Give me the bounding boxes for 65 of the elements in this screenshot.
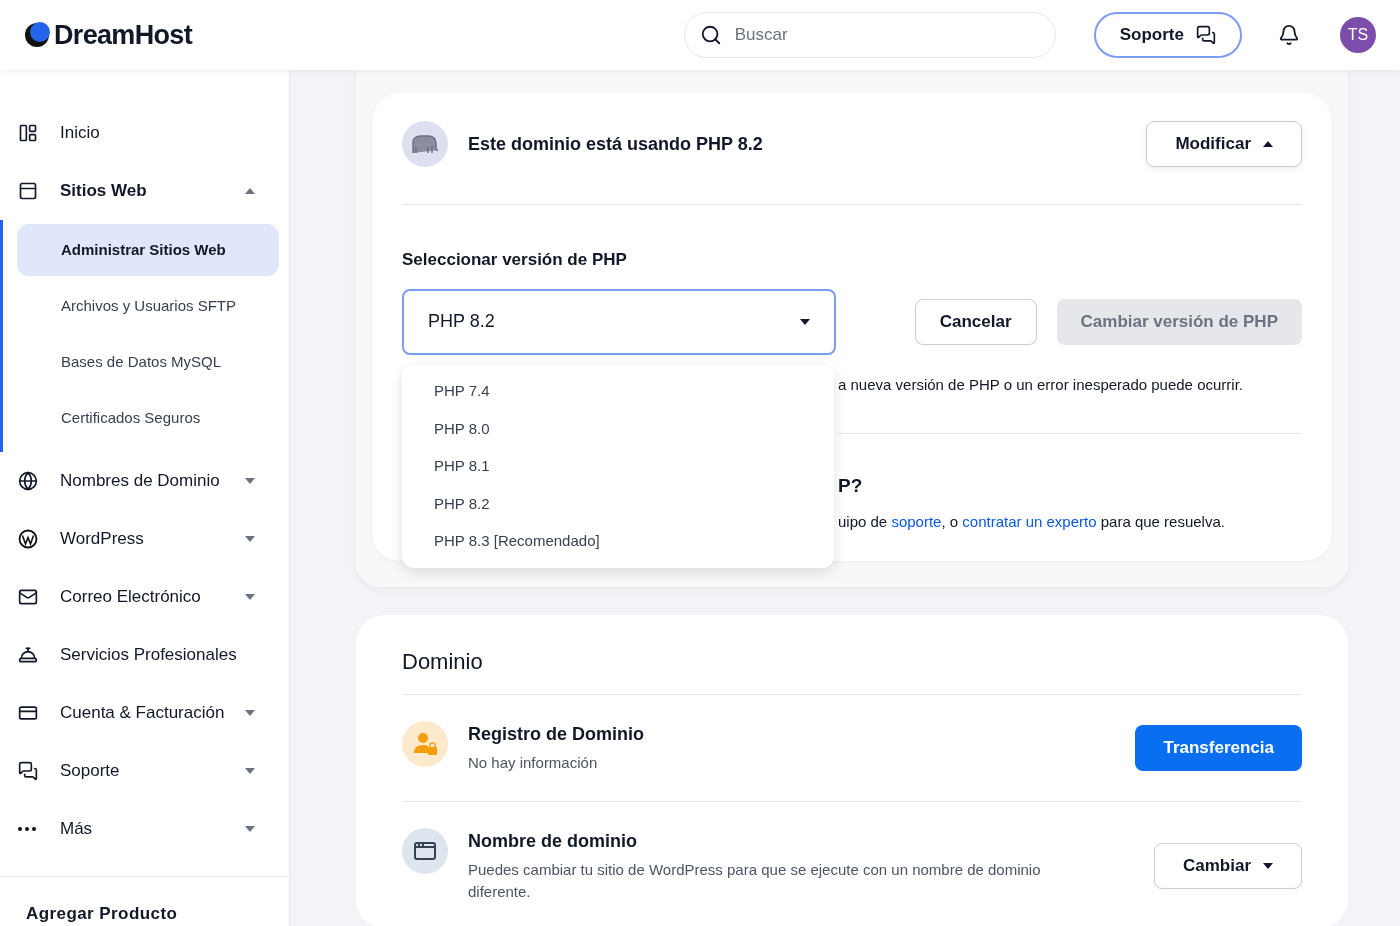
dropdown-option[interactable]: PHP 8.0 (402, 410, 834, 448)
modify-button[interactable]: Modificar (1146, 121, 1302, 167)
cancel-button[interactable]: Cancelar (914, 298, 1037, 345)
change-button[interactable]: Cambiar (1153, 842, 1302, 889)
help-heading: P? (838, 474, 864, 498)
dropdown-option[interactable]: PHP 8.1 (402, 447, 834, 485)
logo-icon (24, 22, 50, 48)
globe-icon (18, 471, 38, 491)
chat-icon (18, 761, 38, 781)
caret-icon (245, 826, 255, 832)
search-field[interactable]: Buscar (683, 12, 1056, 58)
add-product-link[interactable]: Agregar Producto (26, 903, 178, 923)
mail-icon (18, 587, 38, 607)
support-button[interactable]: Soporte (1093, 12, 1242, 58)
user-avatar[interactable]: TS (1340, 17, 1376, 53)
sidebar-item[interactable]: Más (0, 800, 289, 858)
caret-icon (1263, 862, 1273, 869)
transfer-button[interactable]: Transferencia (1135, 724, 1302, 771)
sidebar-item[interactable]: Sitios Web (0, 162, 289, 220)
help-link[interactable]: contratar un experto (962, 512, 1097, 530)
row-description: No hay información (468, 753, 599, 773)
help-text: uipo de soporte, o contratar un experto para que resuelva. (838, 511, 1226, 532)
warning-text: a nueva versión de PHP o un error inesperado puede ocurrir. (838, 374, 1244, 395)
caret-icon (245, 188, 255, 194)
sidebar-item[interactable]: Nombres de Dominio (0, 452, 289, 510)
sidebar-subitem[interactable]: Bases de Datos MySQL (17, 336, 279, 388)
dropdown-option[interactable]: PHP 8.3 [Recomendado] (402, 522, 834, 560)
logo[interactable]: DreamHost (54, 14, 192, 56)
select-label: Seleccionar versión de PHP (402, 249, 628, 271)
sidebar-item[interactable]: WordPress (0, 510, 289, 568)
caret-icon (245, 478, 255, 484)
php-status-text: Este dominio está usando PHP 8.2 (468, 132, 763, 156)
caret-icon (245, 594, 255, 600)
help-link[interactable]: soporte (891, 512, 942, 530)
search-icon (699, 24, 722, 46)
sidebar-subitem[interactable]: Archivos y Usuarios SFTP (17, 280, 279, 332)
sidebar-item[interactable]: Correo Electrónico (0, 568, 289, 626)
caret-icon (1263, 141, 1273, 147)
credit-card-icon (18, 703, 38, 723)
bell-icon (18, 645, 38, 665)
browser-window-icon (402, 827, 448, 874)
caret-icon (245, 710, 255, 716)
row-title: Registro de Dominio (468, 723, 645, 746)
sidebar-item[interactable]: Servicios Profesionales (0, 626, 289, 684)
row-title: Nombre de dominio (468, 829, 638, 853)
dropdown-option[interactable]: PHP 7.4 (402, 372, 834, 410)
row-description: Puedes cambiar tu sitio de WordPress para que se ejecute con un nombre de dominio diferente. (468, 859, 1042, 902)
sidebar-item[interactable]: Cuenta & Facturación (0, 684, 289, 742)
sidebar-subitem[interactable]: Administrar Sitios Web (17, 224, 279, 276)
dropdown-option[interactable]: PHP 8.2 (402, 485, 834, 523)
caret-icon (800, 318, 810, 325)
more-icon (18, 827, 36, 831)
notification-icon[interactable] (1278, 24, 1300, 46)
php-version-select[interactable]: PHP 8.2 (402, 288, 836, 355)
layout-icon (18, 123, 38, 143)
browser-icon (18, 181, 38, 201)
sidebar-item[interactable]: Inicio (0, 104, 289, 162)
caret-icon (245, 536, 255, 542)
caret-icon (245, 768, 255, 774)
user-lock-icon (402, 721, 448, 767)
domain-title: Dominio (402, 645, 1302, 695)
sidebar-item[interactable]: Soporte (0, 742, 289, 800)
wordpress-icon (18, 529, 38, 549)
chat-icon (1196, 25, 1216, 45)
sidebar-subitem[interactable]: Certificados Seguros (17, 392, 279, 444)
